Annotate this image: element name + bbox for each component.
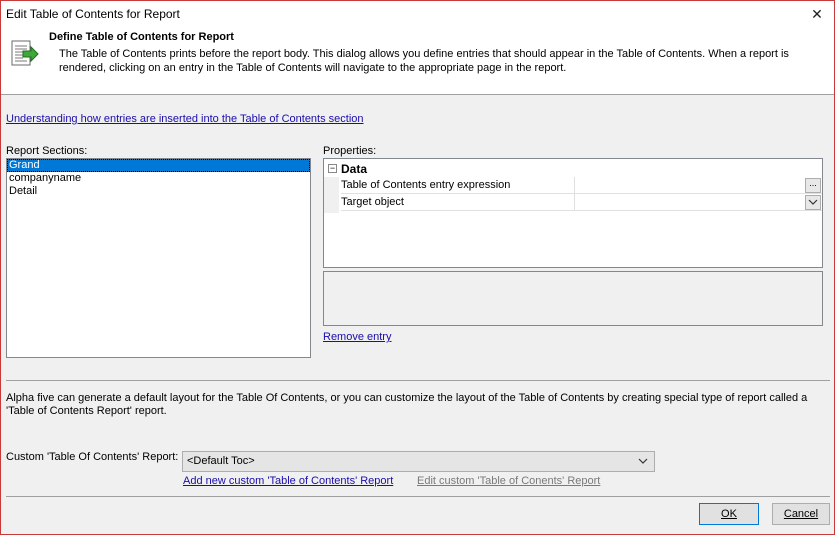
properties-label: Properties: [323, 145, 377, 157]
custom-report-label: Custom 'Table Of Contents' Report: [6, 451, 179, 463]
edit-custom-report-link: Edit custom 'Table of Conents' Report [417, 475, 601, 487]
property-row-toc-expression[interactable]: Table of Contents entry expression ... [324, 177, 822, 194]
list-item-companyname[interactable]: companyname [7, 172, 310, 185]
header-title: Define Table of Contents for Report [49, 31, 234, 43]
help-link[interactable]: Understanding how entries are inserted i… [6, 113, 364, 125]
ok-button[interactable]: OK [699, 503, 759, 525]
divider [6, 496, 830, 497]
add-custom-report-link[interactable]: Add new custom 'Table of Contents' Repor… [183, 475, 393, 487]
ellipsis-button[interactable]: ... [805, 178, 821, 193]
chevron-down-icon [638, 458, 648, 464]
info-text: Alpha five can generate a default layout… [6, 392, 808, 417]
property-row-target-object[interactable]: Target object [324, 194, 822, 211]
divider [6, 380, 830, 381]
close-icon[interactable]: ✕ [806, 4, 828, 24]
custom-report-value: <Default Toc> [187, 455, 255, 467]
property-name: Target object [341, 194, 575, 211]
chevron-down-icon [808, 199, 818, 205]
list-item-grand[interactable]: Grand [7, 159, 310, 172]
report-sections-list[interactable]: Grand companyname Detail [6, 158, 311, 358]
toc-expression-value[interactable]: ... [575, 177, 822, 194]
cancel-button[interactable]: Cancel [772, 503, 830, 525]
dialog-header: Define Table of Contents for Report The … [1, 27, 834, 95]
cancel-button-label: Cancel [783, 508, 819, 520]
property-name: Table of Contents entry expression [341, 177, 575, 194]
category-label: Data [341, 162, 368, 176]
ok-button-label: OK [721, 508, 737, 520]
toc-green-arrow-icon [11, 40, 39, 66]
header-description: The Table of Contents prints before the … [59, 48, 789, 74]
dialog-window: Edit Table of Contents for Report ✕ Defi… [0, 0, 835, 535]
collapse-icon[interactable]: − [328, 164, 337, 173]
property-category-data: − Data [324, 161, 822, 177]
list-item-detail[interactable]: Detail [7, 185, 310, 198]
dropdown-button[interactable] [805, 195, 821, 210]
property-description-box [323, 271, 823, 326]
title-bar: Edit Table of Contents for Report ✕ [1, 1, 834, 27]
remove-entry-link[interactable]: Remove entry [323, 331, 391, 343]
report-sections-label: Report Sections: [6, 145, 88, 157]
custom-report-select[interactable]: <Default Toc> [182, 451, 655, 472]
target-object-value[interactable] [575, 194, 822, 211]
property-grid: − Data Table of Contents entry expressio… [323, 158, 823, 268]
window-title: Edit Table of Contents for Report [6, 7, 180, 21]
